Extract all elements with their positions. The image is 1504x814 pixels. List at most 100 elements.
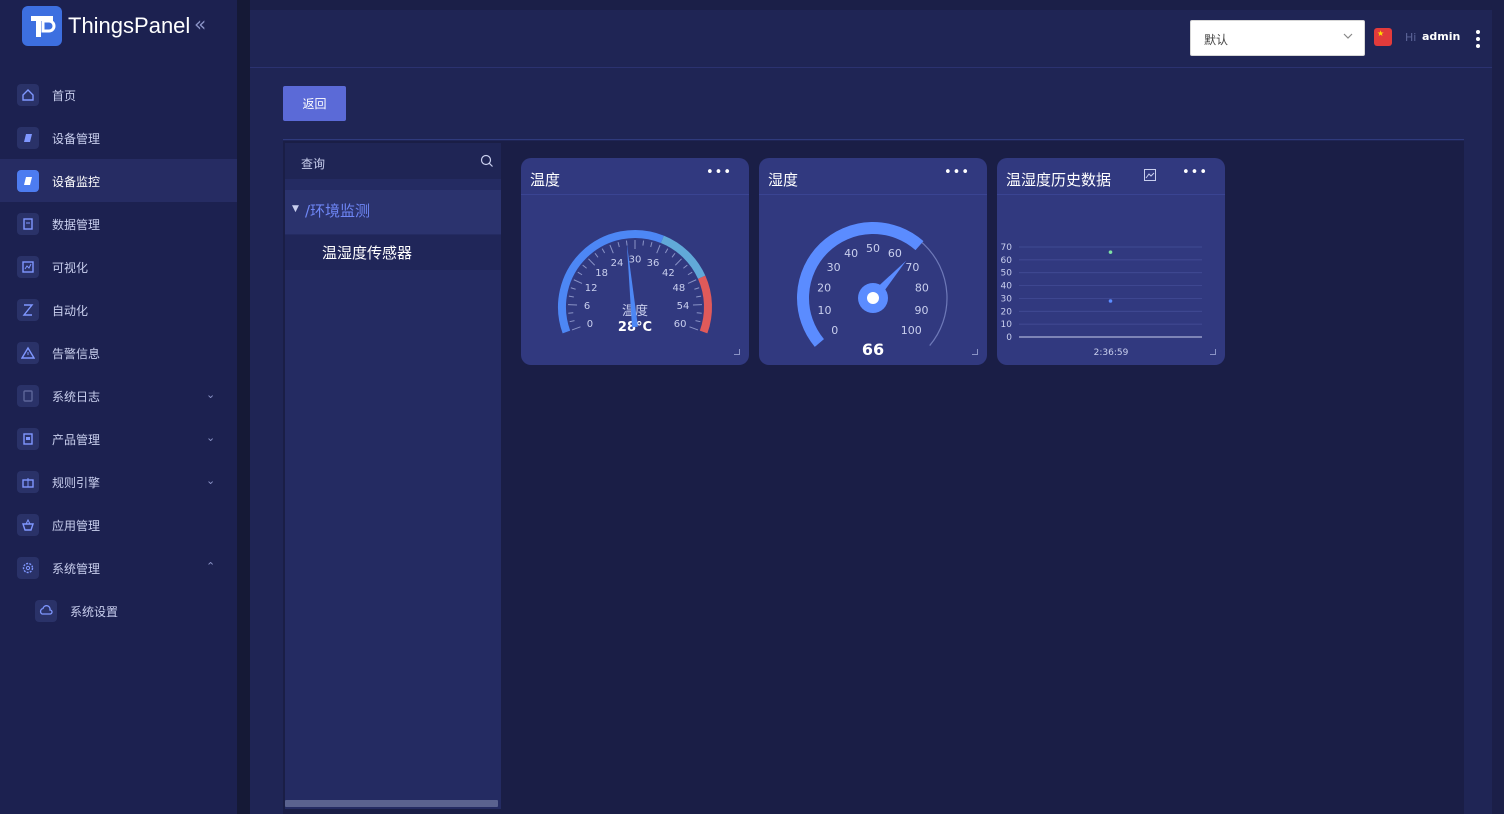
gauge-tick bbox=[570, 287, 576, 290]
device-tree: 查询 ▼ /环境监测 温湿度传感器 bbox=[285, 143, 501, 809]
sidebar-menu: 首页 设备管理 设备监控 数据管理 可视化 自动化 告警信息 系统日志 ⌄ 产品… bbox=[0, 73, 237, 632]
collapse-sidebar-icon[interactable]: « bbox=[194, 14, 206, 34]
sidebar-item-system-settings[interactable]: 系统设置 bbox=[0, 589, 237, 632]
sidebar-item-label: 设备管理 bbox=[52, 132, 101, 146]
sidebar-item-automation[interactable]: 自动化 bbox=[0, 288, 237, 331]
widget-header: 温湿度历史数据 ••• bbox=[997, 158, 1225, 195]
gauge-tick bbox=[617, 242, 620, 248]
data-point bbox=[1108, 299, 1113, 303]
chart-icon bbox=[17, 256, 39, 278]
resize-handle-icon[interactable] bbox=[734, 349, 740, 355]
chevron-down-icon bbox=[1342, 30, 1354, 45]
sidebar-item-label: 系统管理 bbox=[52, 562, 101, 576]
sidebar-item-system-management[interactable]: 系统管理 ⌃ bbox=[0, 546, 237, 589]
top-header: 默认 ★ Hi admin bbox=[250, 10, 1492, 68]
gauge-tick bbox=[674, 258, 682, 266]
gauge-tick bbox=[656, 244, 661, 254]
gauge-value: 66 bbox=[862, 340, 884, 359]
sidebar-item-label: 自动化 bbox=[52, 304, 89, 318]
gauge-tick bbox=[582, 264, 587, 269]
gauge-tick bbox=[594, 252, 599, 258]
chevron-down-icon: ⌄ bbox=[206, 431, 216, 444]
gauge-tick-label: 12 bbox=[585, 283, 598, 294]
gauge-tick bbox=[588, 258, 596, 266]
back-button[interactable]: 返回 bbox=[283, 86, 346, 121]
gauge-tick-label: 0 bbox=[587, 319, 593, 330]
gauge-tick-label: 54 bbox=[677, 301, 690, 312]
more-vertical-icon[interactable] bbox=[1476, 30, 1480, 51]
search-icon[interactable] bbox=[480, 154, 494, 171]
gauge-tick-label: 42 bbox=[662, 268, 675, 279]
resize-handle-icon[interactable] bbox=[972, 349, 978, 355]
widget-header: 温度 ••• bbox=[521, 158, 749, 195]
divider bbox=[283, 139, 1464, 140]
more-horizontal-icon[interactable]: ••• bbox=[1182, 165, 1208, 180]
gauge-tick bbox=[664, 248, 669, 254]
image-icon[interactable] bbox=[1143, 167, 1157, 186]
tree-leaf-label: 温湿度传感器 bbox=[322, 244, 413, 262]
gauge-tick bbox=[573, 279, 583, 284]
history-widget: 温湿度历史数据 ••• 2:36:59 70 60 50 40 30 20 10 0 bbox=[997, 158, 1225, 365]
chevron-down-icon: ⌄ bbox=[206, 474, 216, 487]
horizontal-scrollbar[interactable] bbox=[285, 800, 498, 807]
gauge-tick-label: 60 bbox=[888, 247, 902, 260]
username[interactable]: admin bbox=[1422, 30, 1460, 43]
y-tick-label: 10 bbox=[1001, 320, 1013, 330]
gauge-tick-label: 10 bbox=[817, 304, 831, 317]
gauge-tick-label: 30 bbox=[629, 255, 642, 266]
cloud-icon bbox=[35, 600, 57, 622]
y-tick-label: 40 bbox=[1001, 282, 1013, 292]
gauge-arc-red bbox=[697, 275, 712, 334]
gauge-hub-center bbox=[867, 292, 879, 304]
logo[interactable]: ThingsPanel bbox=[22, 5, 190, 47]
sidebar-item-home[interactable]: 首页 bbox=[0, 73, 237, 116]
sidebar-item-alarms[interactable]: 告警信息 bbox=[0, 331, 237, 374]
gauge-tick-label: 60 bbox=[674, 319, 687, 330]
sidebar: ThingsPanel « 首页 设备管理 设备监控 数据管理 可视化 自动化 bbox=[0, 0, 237, 814]
sidebar-item-label: 应用管理 bbox=[52, 519, 101, 533]
sidebar-item-rule-engine[interactable]: 规则引擎 ⌄ bbox=[0, 460, 237, 503]
caret-down-icon[interactable]: ▼ bbox=[292, 204, 299, 214]
gauge-tick bbox=[642, 240, 645, 246]
history-chart: 2:36:59 70 60 50 40 30 20 10 0 bbox=[1001, 243, 1202, 358]
warning-icon bbox=[17, 342, 39, 364]
gauge-tick-label: 48 bbox=[672, 283, 685, 294]
y-tick-label: 70 bbox=[1001, 243, 1013, 253]
tree-search-input[interactable]: 查询 bbox=[285, 143, 501, 179]
gauge-tick bbox=[569, 320, 575, 323]
gauge-tick-label: 30 bbox=[827, 261, 841, 274]
thingspanel-logo-icon bbox=[22, 6, 62, 46]
brand-name: ThingsPanel bbox=[68, 13, 191, 38]
sidebar-item-visualization[interactable]: 可视化 bbox=[0, 245, 237, 288]
y-tick-label: 50 bbox=[1001, 269, 1013, 279]
tree-leaf-sensor[interactable]: 温湿度传感器 bbox=[285, 235, 501, 270]
sidebar-item-data-management[interactable]: 数据管理 bbox=[0, 202, 237, 245]
product-icon bbox=[17, 428, 39, 450]
chevron-up-icon: ⌃ bbox=[206, 560, 216, 573]
data-icon bbox=[17, 213, 39, 235]
sidebar-item-device-monitor[interactable]: 设备监控 bbox=[0, 159, 237, 202]
gauge-tick-label: 100 bbox=[901, 324, 922, 337]
resize-handle-icon[interactable] bbox=[1210, 349, 1216, 355]
gauge-tick bbox=[695, 320, 701, 323]
more-horizontal-icon[interactable]: ••• bbox=[706, 165, 732, 180]
china-flag-icon[interactable]: ★ bbox=[1374, 28, 1392, 46]
y-tick-label: 30 bbox=[1001, 294, 1013, 304]
gauge-tick bbox=[683, 264, 688, 269]
sidebar-item-device-management[interactable]: 设备管理 bbox=[0, 116, 237, 159]
sidebar-item-product-management[interactable]: 产品管理 ⌄ bbox=[0, 417, 237, 460]
basket-icon bbox=[17, 514, 39, 536]
sidebar-item-system-log[interactable]: 系统日志 ⌄ bbox=[0, 374, 237, 417]
gauge-tick-label: 18 bbox=[595, 268, 608, 279]
tenant-select[interactable]: 默认 bbox=[1190, 20, 1365, 56]
gauge-tick bbox=[689, 326, 699, 331]
more-horizontal-icon[interactable]: ••• bbox=[944, 165, 970, 180]
gauge-tick-label: 0 bbox=[831, 324, 838, 337]
greeting: Hi bbox=[1405, 31, 1417, 44]
gauge-tick bbox=[577, 271, 583, 276]
gauge-tick bbox=[687, 271, 693, 276]
sidebar-item-label: 首页 bbox=[52, 89, 77, 103]
sidebar-item-app-management[interactable]: 应用管理 bbox=[0, 503, 237, 546]
tree-group-label: /环境监测 bbox=[305, 202, 371, 220]
tree-group-environment[interactable]: ▼ /环境监测 bbox=[285, 190, 501, 234]
